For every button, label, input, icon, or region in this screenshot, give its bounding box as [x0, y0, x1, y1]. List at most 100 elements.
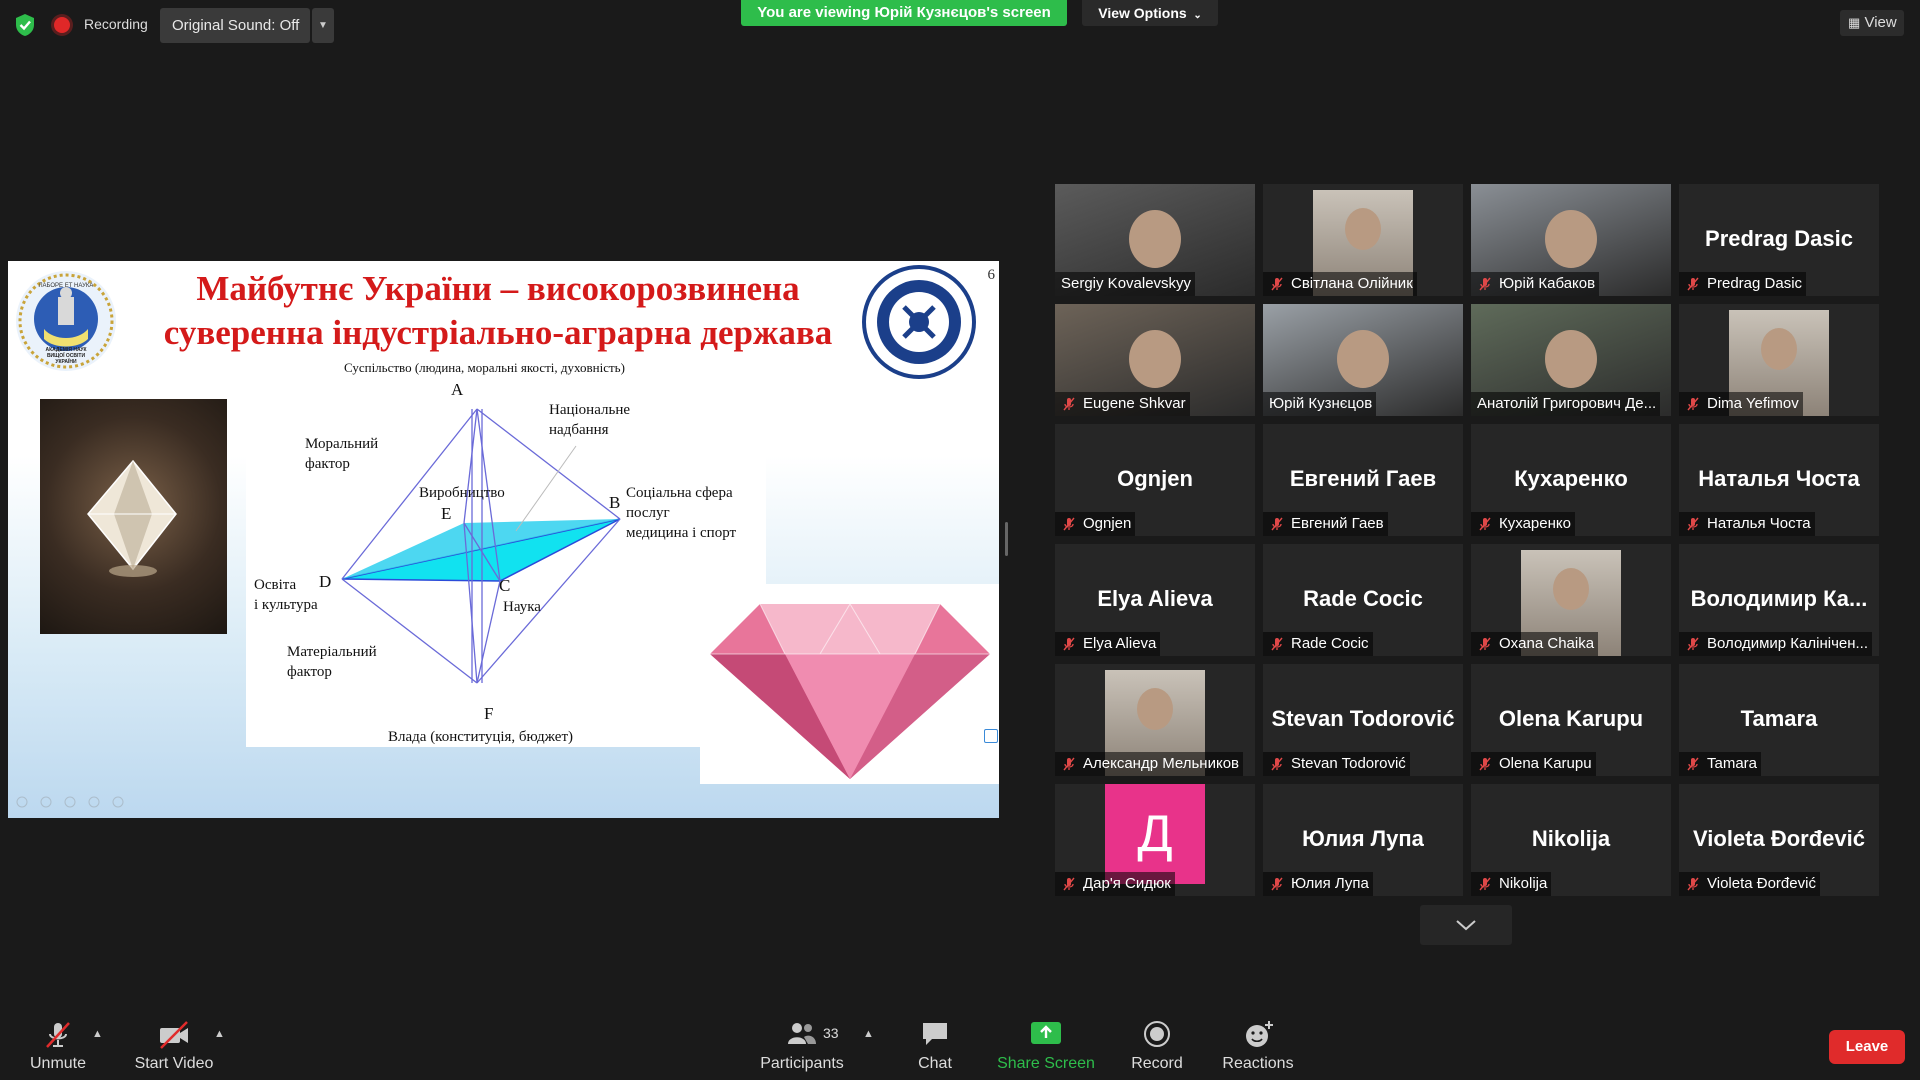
panel-splitter-handle[interactable]	[1005, 522, 1008, 556]
participant-face-icon	[1545, 330, 1597, 388]
participant-name-label: Юрій Кузнєцов	[1263, 392, 1377, 416]
muted-microphone-icon	[1271, 517, 1283, 531]
point-b-label: B	[609, 493, 621, 512]
muted-microphone-icon	[1687, 877, 1699, 891]
chevron-down-icon	[1456, 920, 1476, 931]
participant-tile[interactable]: Oxana Chaika	[1471, 544, 1671, 656]
record-icon[interactable]	[1143, 1020, 1171, 1048]
participant-face-icon	[1337, 330, 1389, 388]
muted-microphone-icon	[1271, 757, 1283, 771]
participant-tile[interactable]: Rade Cocic Rade Cocic	[1263, 544, 1463, 656]
participant-display-name: Elya Alieva	[1097, 586, 1213, 611]
participant-tile[interactable]: Olena Karupu Olena Karupu	[1471, 664, 1671, 776]
share-screen-button[interactable]: Share Screen	[996, 1055, 1096, 1073]
view-layout-button[interactable]: ▦ View	[1840, 10, 1904, 36]
participant-tile[interactable]: Юлия Лупа Юлия Лупа	[1263, 784, 1463, 896]
shared-screen-slide[interactable]: ЛАБОРЕ ЕТ НАУКА АКАДЕМІЯ НАУК ВИЩОЇ ОСВІ…	[8, 261, 999, 818]
material-factor-label: Матеріальний фактор	[287, 642, 377, 682]
participant-tile[interactable]: Tamara Tamara	[1679, 664, 1879, 776]
social-sphere-label: Соціальна сфера послуг медицина і спорт	[626, 483, 736, 543]
muted-microphone-icon[interactable]	[43, 1020, 73, 1050]
education-label: Освіта і культура	[254, 575, 318, 615]
record-button[interactable]: Record	[1117, 1055, 1197, 1073]
pink-diamond-image	[700, 584, 999, 784]
video-off-icon[interactable]	[157, 1020, 191, 1050]
participant-tile[interactable]: Sergiy Kovalevskyy	[1055, 184, 1255, 296]
view-options-button[interactable]: View Options ⌄	[1082, 0, 1218, 26]
slide-page-number: 6	[987, 267, 996, 283]
participant-tile[interactable]: Nikolija Nikolija	[1471, 784, 1671, 896]
participant-tile[interactable]: Eugene Shkvar	[1055, 304, 1255, 416]
share-screen-icon[interactable]	[1030, 1020, 1062, 1046]
muted-microphone-icon	[1063, 877, 1075, 891]
participant-display-name: Nikolija	[1531, 826, 1611, 851]
encryption-shield-icon[interactable]	[14, 13, 36, 37]
participant-tile[interactable]: Stevan Todorović Stevan Todorović	[1263, 664, 1463, 776]
participant-tile[interactable]: Кухаренко Кухаренко	[1471, 424, 1671, 536]
original-sound-dropdown-chevron-icon[interactable]: ▼	[312, 8, 334, 43]
slide-title: Майбутнє України – високорозвинена сувер…	[128, 267, 868, 355]
participant-tile[interactable]: Ognjen Ognjen	[1055, 424, 1255, 536]
participant-tile[interactable]: Евгений Гаев Евгений Гаев	[1263, 424, 1463, 536]
academy-logo-icon: ЛАБОРЕ ЕТ НАУКА АКАДЕМІЯ НАУК ВИЩОЇ ОСВІ…	[16, 271, 116, 371]
audio-options-chevron-icon[interactable]: ▲	[92, 1028, 103, 1040]
muted-microphone-icon	[1479, 757, 1491, 771]
participant-name-label: Stevan Todorović	[1263, 752, 1410, 776]
participant-name-label: Світлана Олійник	[1263, 272, 1417, 296]
unmute-button[interactable]: Unmute	[20, 1055, 96, 1073]
participant-tile[interactable]: Александр Мельников	[1055, 664, 1255, 776]
participant-tile[interactable]: Юрій Кузнєцов	[1263, 304, 1463, 416]
crystal-photo	[40, 399, 227, 634]
pink-diamond-icon	[710, 603, 990, 779]
chat-button[interactable]: Chat	[900, 1055, 970, 1073]
point-f-label: F	[484, 704, 494, 723]
participant-face-icon	[1553, 568, 1589, 610]
participant-display-name: Tamara	[1740, 706, 1818, 731]
reactions-button[interactable]: Reactions	[1215, 1055, 1301, 1073]
point-a-label: A	[451, 380, 464, 399]
reactions-icon[interactable]	[1244, 1020, 1274, 1050]
presentation-controls-icon[interactable]	[16, 795, 126, 808]
participant-tile[interactable]: Dima Yefimov	[1679, 304, 1879, 416]
chat-bubble-icon[interactable]	[920, 1020, 950, 1048]
diagram-bottom-caption: Влада (конституція, бюджет)	[388, 729, 574, 745]
participant-tile[interactable]: Д Дар'я Сидюк	[1055, 784, 1255, 896]
participant-tile[interactable]: Володимир Ка... Володимир Калінічен...	[1679, 544, 1879, 656]
participant-tile[interactable]: Наталья Чоста Наталья Чоста	[1679, 424, 1879, 536]
participant-tile[interactable]: Elya Alieva Elya Alieva	[1055, 544, 1255, 656]
point-d-label: D	[319, 572, 332, 591]
leave-meeting-button[interactable]: Leave	[1829, 1030, 1905, 1064]
education-line-2: і культура	[254, 597, 318, 613]
participant-name-label: Sergiy Kovalevskyy	[1055, 272, 1196, 296]
muted-microphone-icon	[1687, 277, 1699, 291]
participants-options-chevron-icon[interactable]: ▲	[863, 1028, 874, 1040]
slide-title-line-1: Майбутнє України – високорозвинена	[196, 269, 800, 308]
start-video-button[interactable]: Start Video	[128, 1055, 220, 1073]
muted-microphone-icon	[1479, 637, 1491, 651]
chevron-down-icon: ⌄	[1190, 10, 1202, 21]
participant-display-name: Ognjen	[1117, 466, 1193, 491]
participant-tile[interactable]: Predrag Dasic Predrag Dasic	[1679, 184, 1879, 296]
participants-button[interactable]: Participants	[756, 1055, 848, 1073]
participant-display-name: Юлия Лупа	[1302, 826, 1424, 851]
participant-tile[interactable]: Юрій Кабаков	[1471, 184, 1671, 296]
science-label: Наука	[503, 599, 541, 615]
slide-title-line-2: суверенна індустріально-аграрна держава	[163, 313, 833, 352]
participants-icon[interactable]	[786, 1020, 818, 1046]
participant-tile[interactable]: Анатолій Григорович Де...	[1471, 304, 1671, 416]
crystal-icon	[87, 459, 177, 577]
point-c-label: C	[499, 576, 511, 595]
participant-tile[interactable]: Світлана Олійник	[1263, 184, 1463, 296]
video-options-chevron-icon[interactable]: ▲	[214, 1028, 225, 1040]
muted-microphone-icon	[1063, 637, 1075, 651]
muted-microphone-icon	[1479, 277, 1491, 291]
participant-display-name: Predrag Dasic	[1705, 226, 1853, 251]
gallery-next-page-button[interactable]	[1420, 905, 1512, 945]
view-options-label: View Options	[1098, 5, 1187, 21]
participant-display-name: Кухаренко	[1514, 466, 1628, 491]
recording-indicator-icon	[54, 17, 70, 33]
participant-tile[interactable]: Violeta Đorđević Violeta Đorđević	[1679, 784, 1879, 896]
slide-link-icon[interactable]	[984, 729, 998, 743]
original-sound-button[interactable]: Original Sound: Off	[160, 8, 310, 43]
moral-factor-label: Моральний фактор	[305, 434, 378, 474]
